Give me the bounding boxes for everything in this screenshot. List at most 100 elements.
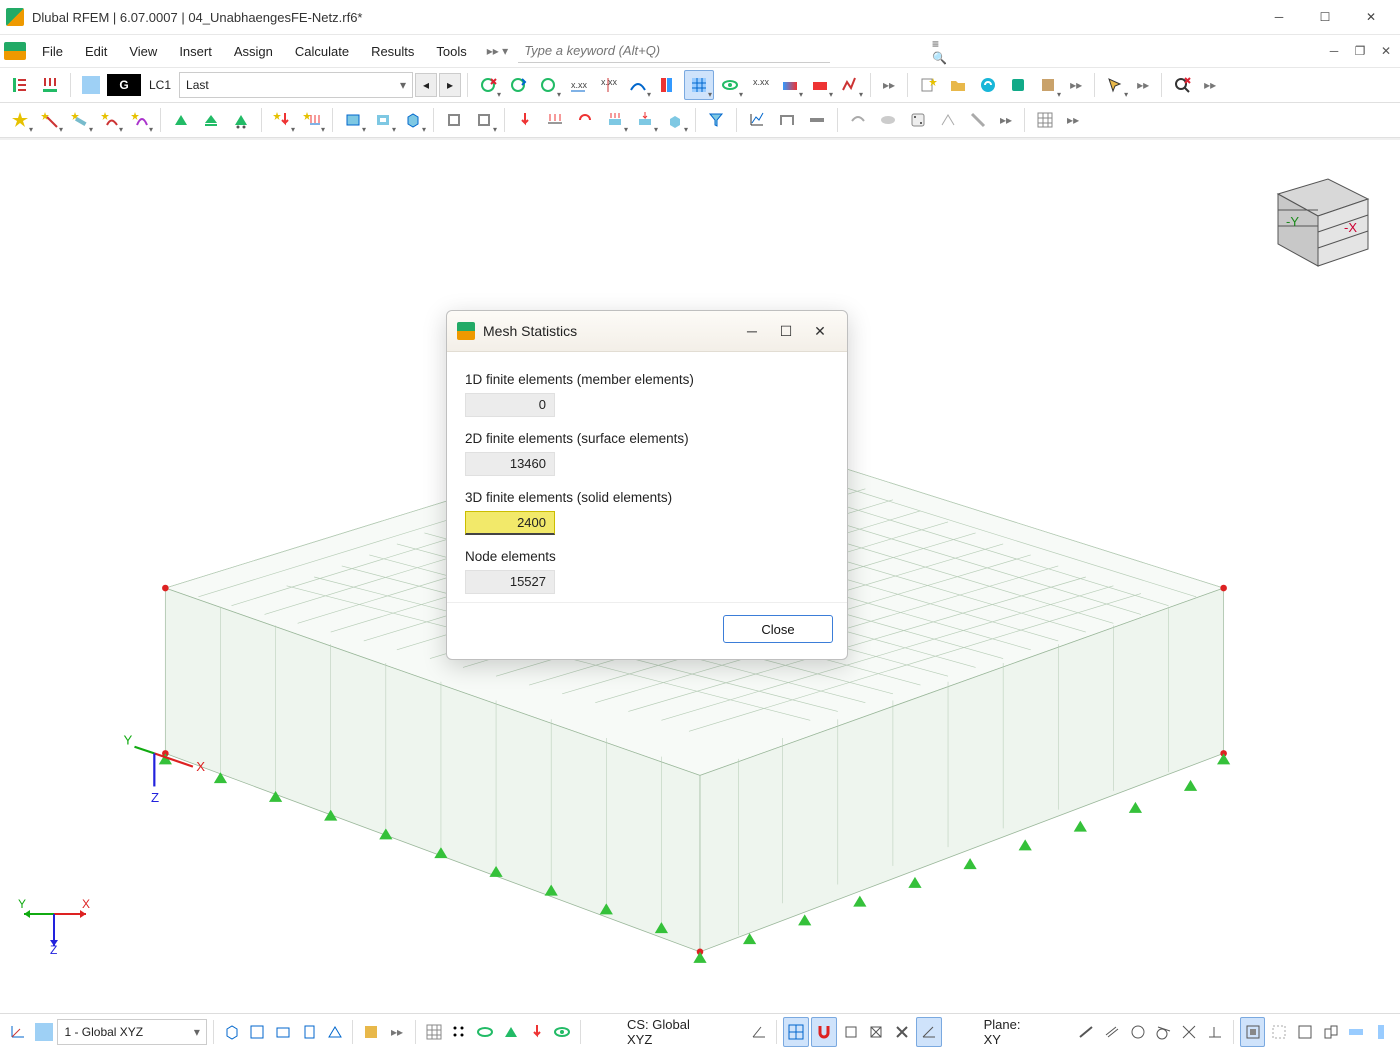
dim-y-icon[interactable]: x.xx bbox=[594, 71, 622, 99]
visibility-delete-icon[interactable] bbox=[474, 71, 502, 99]
dim-x-icon[interactable]: x.xx bbox=[564, 71, 592, 99]
cs-icon[interactable] bbox=[6, 1018, 30, 1046]
opt2-icon[interactable] bbox=[1267, 1018, 1291, 1046]
dialog-maximize-button[interactable]: ☐ bbox=[769, 317, 803, 345]
filter-icon[interactable] bbox=[702, 106, 730, 134]
dice-icon[interactable] bbox=[904, 106, 932, 134]
child-close-icon[interactable]: ✕ bbox=[1376, 41, 1396, 61]
snap-cross-icon[interactable] bbox=[864, 1018, 888, 1046]
next-loadcase-button[interactable]: ▸ bbox=[439, 73, 461, 97]
snap-intersect-icon[interactable] bbox=[1177, 1018, 1201, 1046]
snap-square-icon[interactable] bbox=[839, 1018, 863, 1046]
contour-bar-icon[interactable] bbox=[654, 71, 682, 99]
opt3-icon[interactable] bbox=[1293, 1018, 1317, 1046]
block-icon[interactable] bbox=[1004, 71, 1032, 99]
find-delete-icon[interactable] bbox=[1168, 71, 1196, 99]
node-set-icon[interactable] bbox=[96, 106, 124, 134]
eye-icon[interactable] bbox=[473, 1018, 497, 1046]
frame-icon[interactable] bbox=[773, 106, 801, 134]
opt1-icon[interactable] bbox=[1240, 1017, 1266, 1047]
load-area-icon[interactable] bbox=[601, 106, 629, 134]
navigation-cube[interactable]: -Y -X bbox=[1248, 154, 1378, 284]
load-free-icon[interactable] bbox=[631, 106, 659, 134]
view-iso-icon[interactable] bbox=[220, 1018, 244, 1046]
child-restore-icon[interactable]: ❐ bbox=[1350, 41, 1370, 61]
load-solid-icon[interactable] bbox=[661, 106, 689, 134]
solid-icon[interactable] bbox=[399, 106, 427, 134]
deformation-icon[interactable] bbox=[624, 71, 652, 99]
snap-perp-icon[interactable] bbox=[1203, 1018, 1227, 1046]
visibility-arrow-icon[interactable] bbox=[534, 71, 562, 99]
visibility-refresh-icon[interactable] bbox=[504, 71, 532, 99]
node-spline-icon[interactable] bbox=[126, 106, 154, 134]
opt4-icon[interactable] bbox=[1319, 1018, 1343, 1046]
supports-toggle-icon[interactable] bbox=[499, 1018, 523, 1046]
section-icon[interactable] bbox=[440, 106, 468, 134]
model-viewport[interactable]: X Y Z X Y Z -Y -X Mesh Statistics ─ ☐ ✕ … bbox=[0, 140, 1400, 1014]
toolbar1c-overflow-icon[interactable]: ▸▸ bbox=[1131, 78, 1155, 92]
diagram-icon[interactable] bbox=[836, 71, 864, 99]
snap-grid-icon[interactable] bbox=[783, 1017, 809, 1047]
graph-icon[interactable] bbox=[743, 106, 771, 134]
opening-icon[interactable] bbox=[369, 106, 397, 134]
support-3-icon[interactable] bbox=[227, 106, 255, 134]
child-minimize-icon[interactable]: ─ bbox=[1324, 41, 1344, 61]
snap-parallel-icon[interactable] bbox=[1100, 1018, 1124, 1046]
eye-arrow-icon[interactable] bbox=[716, 71, 744, 99]
cs-palette-icon[interactable] bbox=[32, 1018, 56, 1046]
loads-toggle-icon[interactable] bbox=[525, 1018, 549, 1046]
surface-gradient-icon[interactable] bbox=[776, 71, 804, 99]
grid-settings-icon[interactable] bbox=[1031, 106, 1059, 134]
toolbar1-overflow-icon[interactable]: ▸▸ bbox=[877, 78, 901, 92]
open-icon[interactable] bbox=[944, 71, 972, 99]
close-window-button[interactable]: ✕ bbox=[1348, 0, 1394, 34]
contour-grid-icon[interactable] bbox=[684, 70, 714, 100]
surface-icon[interactable] bbox=[339, 106, 367, 134]
prev-loadcase-button[interactable]: ◂ bbox=[415, 73, 437, 97]
render-1-icon[interactable] bbox=[359, 1018, 383, 1046]
load-distributed-icon[interactable] bbox=[541, 106, 569, 134]
grid-icon[interactable] bbox=[422, 1018, 446, 1046]
toolbar1b-overflow-icon[interactable]: ▸▸ bbox=[1064, 78, 1088, 92]
menu-edit[interactable]: Edit bbox=[75, 38, 117, 65]
load-node-icon[interactable] bbox=[268, 106, 296, 134]
menu-tools[interactable]: Tools bbox=[426, 38, 476, 65]
load-force-icon[interactable] bbox=[511, 106, 539, 134]
support-2-icon[interactable] bbox=[197, 106, 225, 134]
align-left-icon[interactable] bbox=[6, 71, 34, 99]
menu-view[interactable]: View bbox=[119, 38, 167, 65]
opt6-icon[interactable] bbox=[1370, 1018, 1394, 1046]
menu-file[interactable]: File bbox=[32, 38, 73, 65]
maximize-button[interactable]: ☐ bbox=[1302, 0, 1348, 34]
toolbar1d-overflow-icon[interactable]: ▸▸ bbox=[1198, 78, 1222, 92]
view-top-icon[interactable] bbox=[246, 1018, 270, 1046]
snap-tangent-icon[interactable] bbox=[1152, 1018, 1176, 1046]
points-icon[interactable] bbox=[448, 1018, 472, 1046]
menu-calculate[interactable]: Calculate bbox=[285, 38, 359, 65]
surface-stress-icon[interactable] bbox=[806, 71, 834, 99]
view-side-icon[interactable] bbox=[297, 1018, 321, 1046]
angle-icon[interactable] bbox=[747, 1018, 771, 1046]
support-1-icon[interactable] bbox=[167, 106, 195, 134]
dialog-titlebar[interactable]: Mesh Statistics ─ ☐ ✕ bbox=[447, 311, 847, 352]
misc2-icon[interactable] bbox=[874, 106, 902, 134]
dim-z-icon[interactable]: x.xx bbox=[746, 71, 774, 99]
load-line-icon[interactable] bbox=[298, 106, 326, 134]
section-dd-icon[interactable] bbox=[470, 106, 498, 134]
dialog-close-button[interactable]: ✕ bbox=[803, 317, 837, 345]
status-overflow1-icon[interactable]: ▸▸ bbox=[385, 1025, 409, 1039]
snap-circle-icon[interactable] bbox=[1126, 1018, 1150, 1046]
opt5-icon[interactable] bbox=[1345, 1018, 1369, 1046]
select-cursor-icon[interactable] bbox=[1101, 71, 1129, 99]
library-icon[interactable] bbox=[1034, 71, 1062, 99]
node-member-icon[interactable] bbox=[66, 106, 94, 134]
loadcase-select[interactable]: Last bbox=[179, 72, 413, 98]
dialog-minimize-button[interactable]: ─ bbox=[735, 317, 769, 345]
cloud-sync-icon[interactable] bbox=[974, 71, 1002, 99]
toolbar2b-overflow-icon[interactable]: ▸▸ bbox=[1061, 113, 1085, 127]
misc4-icon[interactable] bbox=[964, 106, 992, 134]
menu-overflow-icon[interactable]: ▸▸ ▾ bbox=[479, 44, 516, 58]
menu-assign[interactable]: Assign bbox=[224, 38, 283, 65]
minimize-button[interactable]: ─ bbox=[1256, 0, 1302, 34]
snap-magnet-icon[interactable] bbox=[811, 1017, 837, 1047]
